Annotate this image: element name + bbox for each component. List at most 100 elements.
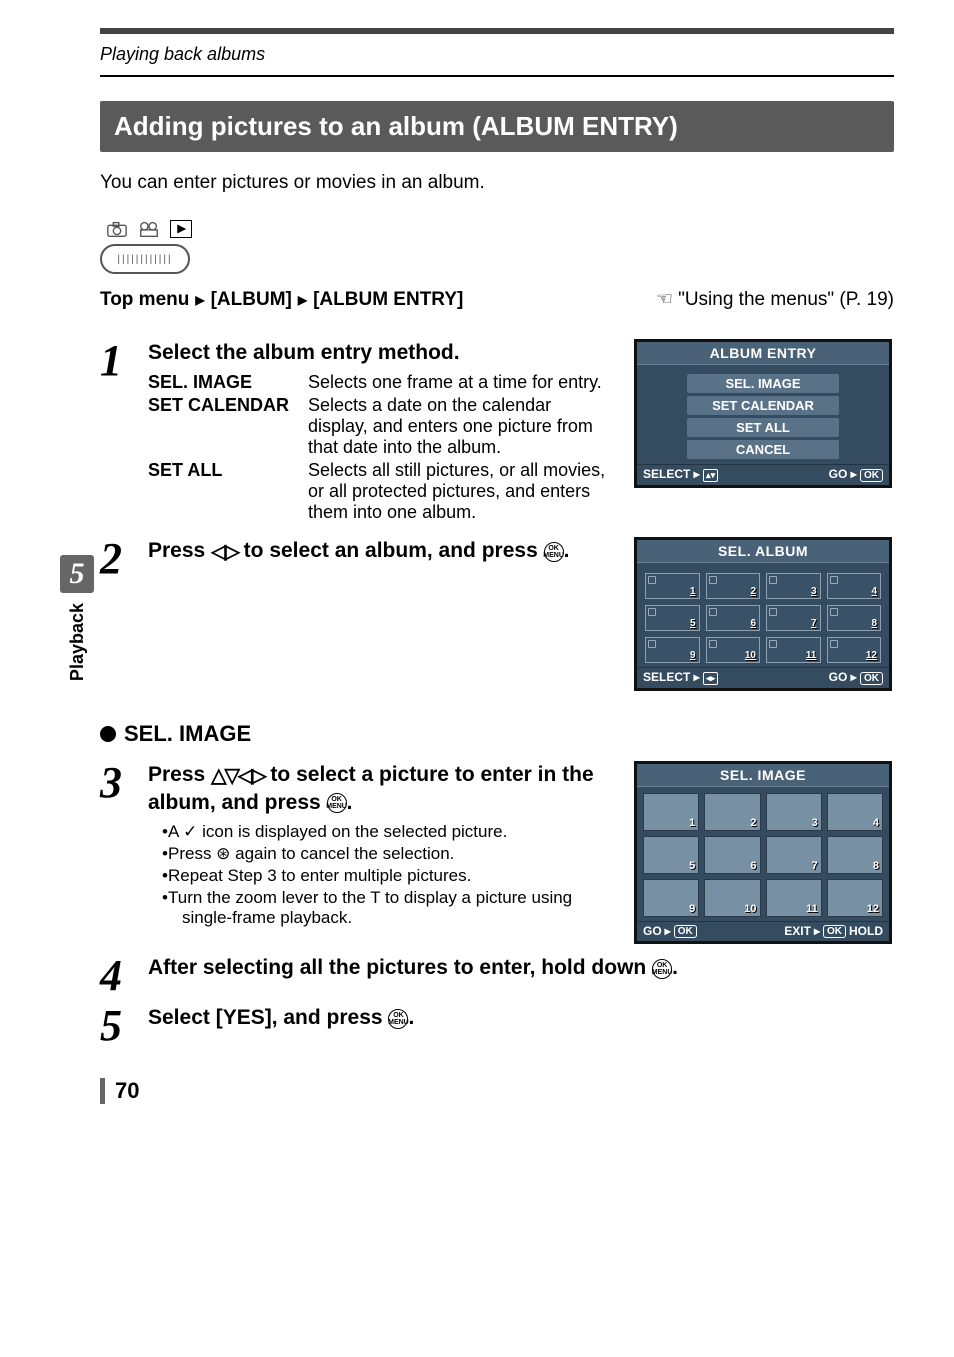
screen-menu-item: SET ALL (687, 418, 839, 437)
thumbnail: 4 (827, 793, 883, 831)
ok-badge: OK (674, 925, 697, 938)
left-right-arrow-icon: ◁▷ (211, 539, 238, 565)
album-slot: 5 (645, 605, 700, 631)
def-desc: Selects a date on the calendar display, … (308, 395, 614, 458)
album-slot: 10 (706, 637, 761, 663)
triangle-right-icon: ▶ (195, 293, 204, 307)
thumbnail: 10 (704, 879, 760, 917)
screen3-foot-go: GO (643, 924, 662, 938)
slot-number: 6 (750, 618, 756, 629)
step-number: 4 (100, 954, 130, 998)
thumb-number: 12 (867, 903, 879, 915)
step-number: 3 (100, 761, 130, 805)
screen2-foot-select: SELECT (643, 670, 690, 684)
breadcrumb: Playing back albums (100, 40, 894, 75)
thumb-number: 4 (873, 817, 879, 829)
slot-number: 2 (750, 586, 756, 597)
thumb-number: 9 (689, 903, 695, 915)
chapter-side-tab: 5 Playback (60, 555, 94, 681)
thumb-number: 8 (873, 860, 879, 872)
thumbnail: 8 (827, 836, 883, 874)
triangle-right-icon: ▶ (298, 293, 307, 307)
album-slot: 8 (827, 605, 882, 631)
ok-badge: OK (823, 925, 846, 938)
def-term: SET CALENDAR (148, 395, 298, 458)
album-slot: 9 (645, 637, 700, 663)
section-intro: You can enter pictures or movies in an a… (100, 172, 894, 194)
step-2: 2 Press ◁▷ to select an album, and press… (100, 537, 614, 581)
text: Select [YES], and press (148, 1006, 388, 1029)
dial-wheel-icon: |||||||||||| (100, 244, 190, 274)
slot-number: 12 (866, 650, 877, 661)
step-number: 2 (100, 537, 130, 581)
def-term: SEL. IMAGE (148, 372, 298, 393)
bullet-item: Repeat Step 3 to enter multiple pictures… (162, 866, 614, 886)
thumbnail: 7 (766, 836, 822, 874)
menu-path-item2: [ALBUM ENTRY] (313, 289, 463, 311)
text: After selecting all the pictures to ente… (148, 956, 652, 979)
text: . (672, 956, 678, 979)
thumbnail: 6 (704, 836, 760, 874)
step-5: 5 Select [YES], and press OKMENU. (100, 1004, 894, 1048)
screen-album-entry: ALBUM ENTRY SEL. IMAGESET CALENDARSET AL… (634, 339, 892, 488)
slot-number: 11 (806, 650, 817, 661)
bullet-item: Press ⊛ again to cancel the selection. (162, 844, 614, 864)
movie-icon (138, 220, 160, 238)
updown-icon: ▴▾ (703, 469, 718, 482)
camera-icon (106, 220, 128, 238)
thumbnail: 9 (643, 879, 699, 917)
album-slot: 12 (827, 637, 882, 663)
ok-menu-icon: OKMENU (388, 1009, 408, 1029)
bullet-item: A ✓ icon is displayed on the selected pi… (162, 822, 614, 842)
thumb-number: 3 (812, 817, 818, 829)
def-term: SET ALL (148, 460, 298, 523)
screen2-foot-go: GO (829, 670, 848, 684)
screen2-title: SEL. ALBUM (637, 540, 889, 563)
screen1-foot-go: GO (829, 467, 848, 481)
step-number: 1 (100, 339, 130, 383)
slot-number: 3 (811, 586, 817, 597)
step-2-title: Press ◁▷ to select an album, and press O… (148, 537, 614, 564)
ok-menu-icon: OKMENU (327, 793, 347, 813)
definition-row: SEL. IMAGE Selects one frame at a time fo… (148, 372, 614, 393)
thumb-number: 10 (744, 903, 756, 915)
text: Press (148, 539, 211, 562)
play-icon (170, 220, 192, 238)
thumbnail: 12 (827, 879, 883, 917)
slot-number: 10 (745, 650, 756, 661)
pointer-hand-icon: ☞ (656, 288, 673, 311)
album-slot: 2 (706, 573, 761, 599)
screen-sel-album: SEL. ALBUM 123456789101112 SELECT ▸ ◂▸ G… (634, 537, 892, 691)
text: Press (148, 763, 211, 786)
step-3: 3 Press △▽◁▷ to select a picture to ente… (100, 761, 614, 930)
ok-menu-icon: OKMENU (652, 959, 672, 979)
ok-menu-icon: OKMENU (544, 542, 564, 562)
menu-path: Top menu ▶ [ALBUM] ▶ [ALBUM ENTRY] ☞ "Us… (100, 288, 894, 311)
text: to select an album, and press (238, 539, 544, 562)
slot-number: 5 (690, 618, 696, 629)
album-slot: 1 (645, 573, 700, 599)
screen1-title: ALBUM ENTRY (637, 342, 889, 365)
thumbnail: 1 (643, 793, 699, 831)
slot-number: 9 (690, 650, 696, 661)
screen-menu-item: CANCEL (687, 440, 839, 459)
slot-number: 7 (811, 618, 817, 629)
definition-row: SET ALLSelects all still pictures, or al… (148, 460, 614, 523)
divider (100, 75, 894, 77)
album-slot: 4 (827, 573, 882, 599)
screen3-foot-hold: HOLD (849, 924, 883, 938)
mode-dial-graphic: |||||||||||| (100, 218, 894, 274)
four-way-arrow-icon: △▽◁▷ (211, 763, 265, 789)
ok-badge: OK (860, 672, 883, 685)
thumb-number: 6 (750, 860, 756, 872)
album-slot: 7 (766, 605, 821, 631)
chapter-number: 5 (60, 555, 94, 593)
screen3-title: SEL. IMAGE (637, 764, 889, 787)
definition-row: SET CALENDARSelects a date on the calend… (148, 395, 614, 458)
screen-menu-item: SET CALENDAR (687, 396, 839, 415)
subheading-text: SEL. IMAGE (124, 721, 251, 747)
text: . (347, 791, 353, 814)
text: . (564, 539, 570, 562)
section-title: Adding pictures to an album (ALBUM ENTRY… (100, 101, 894, 152)
def-desc: Selects one frame at a time for entry. (308, 372, 614, 393)
